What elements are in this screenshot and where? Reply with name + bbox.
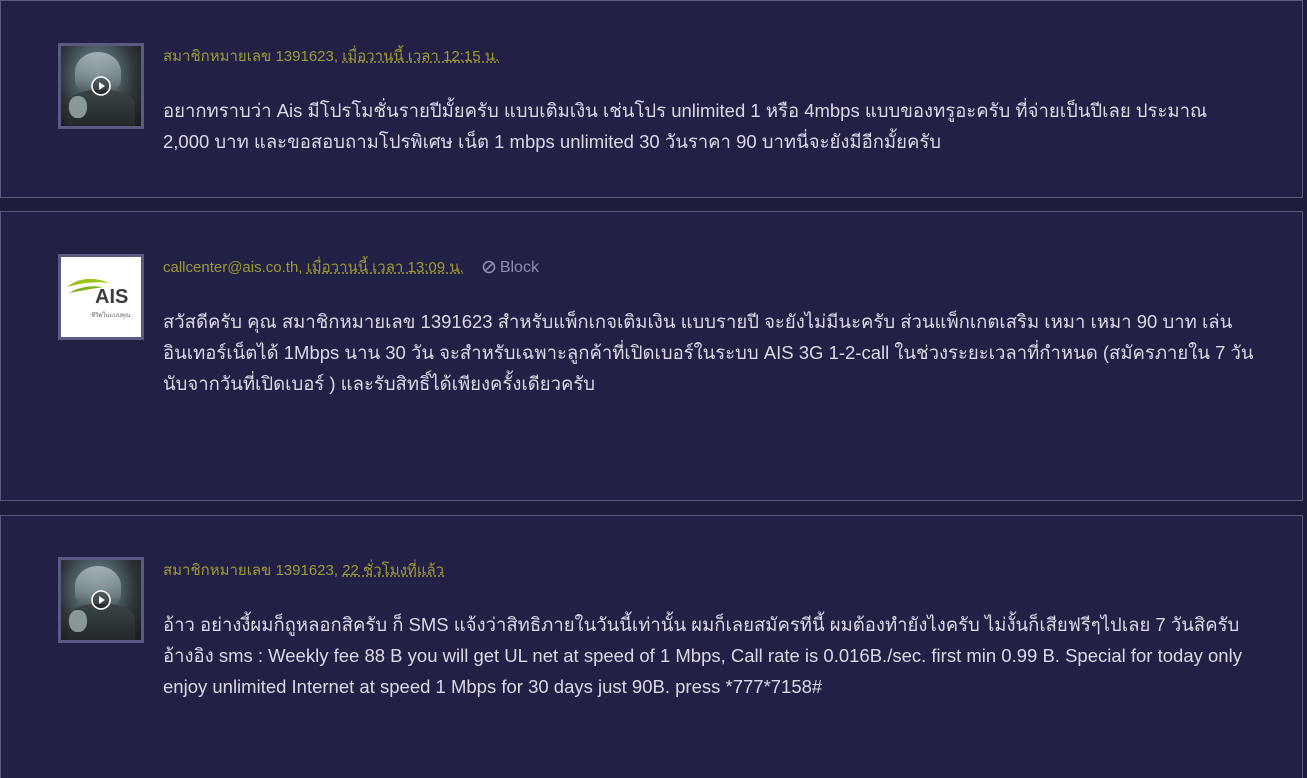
- comment-quote: อ้างอิง sms : Weekly fee 88 B you will g…: [163, 645, 1242, 697]
- comment-text: อ้าว อย่างงี้ผมก็ถูหลอกสิครับ ก็ SMS แจ้…: [163, 614, 1240, 635]
- play-icon: [91, 76, 111, 96]
- block-button[interactable]: Block: [482, 259, 539, 276]
- comment-meta: สมาชิกหมายเลข 1391623, 22 ชั่วโมงที่แล้ว: [163, 562, 445, 579]
- play-icon: [91, 590, 111, 610]
- avatar-hand: [69, 610, 87, 632]
- block-label: Block: [499, 259, 539, 276]
- timestamp: เมื่อวานนี้ เวลา 12:15 น.: [342, 48, 500, 65]
- avatar[interactable]: AIS ชีวิตในแบบคุณ: [58, 254, 144, 340]
- comment-body: อ้าว อย่างงี้ผมก็ถูหลอกสิครับ ก็ SMS แจ้…: [163, 609, 1258, 702]
- timestamp: เมื่อวานนี้ เวลา 13:09 น.: [306, 259, 464, 276]
- comment-meta: สมาชิกหมายเลข 1391623, เมื่อวานนี้ เวลา …: [163, 48, 500, 65]
- comment-card: สมาชิกหมายเลข 1391623, เมื่อวานนี้ เวลา …: [0, 0, 1303, 198]
- timestamp: 22 ชั่วโมงที่แล้ว: [342, 562, 445, 579]
- block-icon: [482, 260, 496, 274]
- comment-text: สวัสดีครับ คุณ สมาชิกหมายเลข 1391623 สำห…: [163, 311, 1254, 394]
- author-name[interactable]: callcenter@ais.co.th: [163, 259, 298, 276]
- comment-meta: callcenter@ais.co.th, เมื่อวานนี้ เวลา 1…: [163, 259, 539, 276]
- author-name[interactable]: สมาชิกหมายเลข 1391623: [163, 48, 334, 65]
- logo-text: AIS: [95, 286, 128, 308]
- author-name[interactable]: สมาชิกหมายเลข 1391623: [163, 562, 334, 579]
- logo-tagline: ชีวิตในแบบคุณ: [91, 311, 131, 319]
- avatar[interactable]: [58, 43, 144, 129]
- comment-card: AIS ชีวิตในแบบคุณ callcenter@ais.co.th, …: [0, 211, 1303, 501]
- comment-text: อยากทราบว่า Ais มีโปรโมชั่นรายปีมั้ยครับ…: [163, 100, 1208, 152]
- ais-logo: AIS ชีวิตในแบบคุณ: [67, 278, 131, 319]
- avatar-hand: [69, 96, 87, 118]
- comment-body: สวัสดีครับ คุณ สมาชิกหมายเลข 1391623 สำห…: [163, 306, 1258, 399]
- avatar[interactable]: [58, 557, 144, 643]
- comment-body: อยากทราบว่า Ais มีโปรโมชั่นรายปีมั้ยครับ…: [163, 95, 1258, 157]
- comment-card: สมาชิกหมายเลข 1391623, 22 ชั่วโมงที่แล้ว…: [0, 515, 1303, 778]
